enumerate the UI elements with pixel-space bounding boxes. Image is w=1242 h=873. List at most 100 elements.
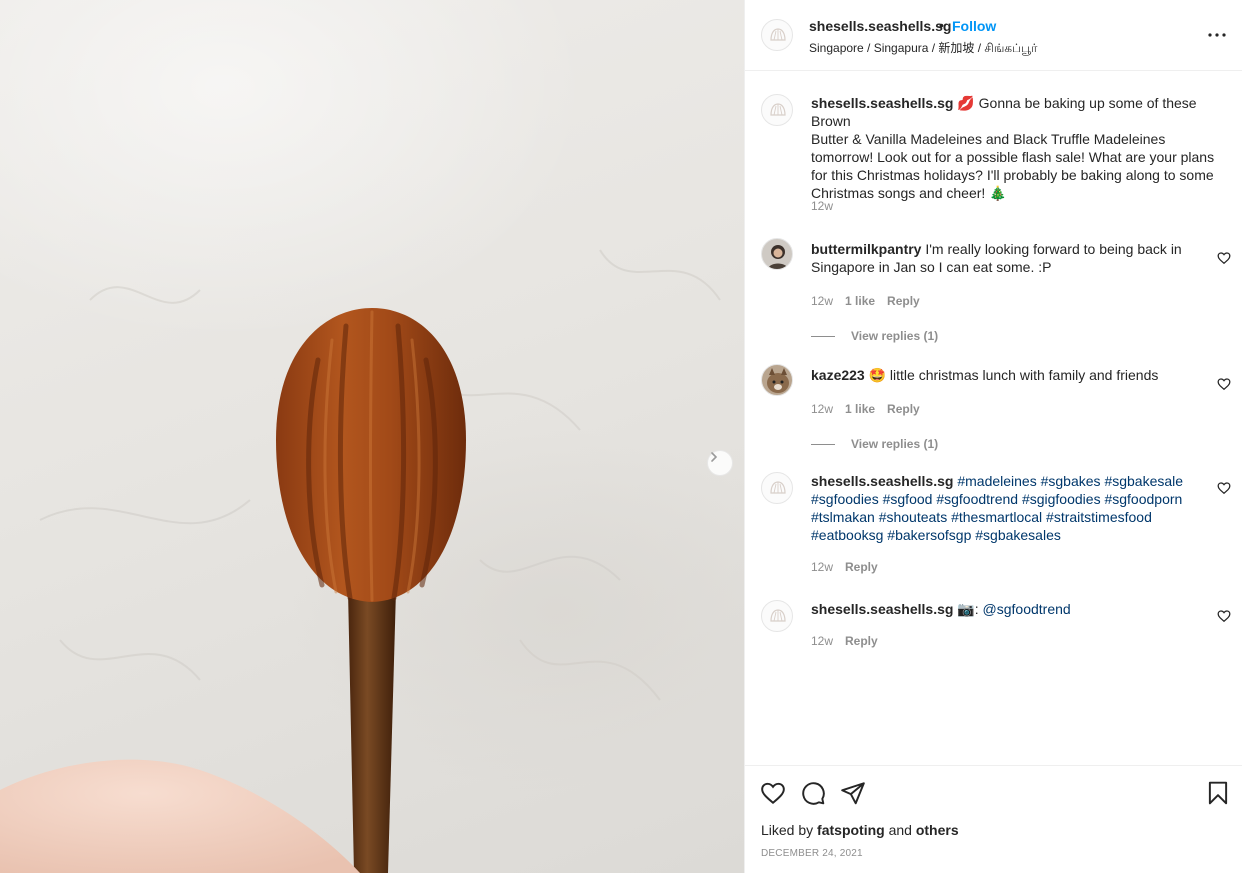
lips-emoji: 💋	[957, 95, 975, 111]
share-button[interactable]	[840, 780, 866, 806]
comments-list: shesells.seashells.sg 💋 Gonna be baking …	[745, 71, 1242, 765]
comment-like-heart-icon[interactable]	[1217, 251, 1231, 265]
comment-time[interactable]: 12w	[811, 634, 833, 648]
paper-plane-icon	[841, 782, 865, 805]
comment-text: buttermilkpantry I'm really looking forw…	[811, 240, 1225, 276]
hashtag-link[interactable]: #madeleines	[957, 473, 1036, 489]
comment-time[interactable]: 12w	[811, 402, 833, 416]
comment-text: shesells.seashells.sg 📷: @sgfoodtrend	[811, 600, 1225, 618]
avatar[interactable]	[761, 600, 793, 632]
hashtag-link[interactable]: #eatbooksg	[811, 527, 883, 543]
comment-text: kaze223 🤩 little christmas lunch with fa…	[811, 366, 1225, 384]
hashtag-link[interactable]: #shouteats	[879, 509, 948, 525]
user-photo-icon	[767, 245, 789, 269]
comment-username[interactable]: shesells.seashells.sg	[811, 601, 953, 617]
liked-by-others-link[interactable]: others	[916, 822, 959, 838]
comment-likes-count[interactable]: 1 like	[845, 294, 875, 308]
madeleine-photo-illustration	[0, 249, 721, 873]
reply-button[interactable]: Reply	[845, 634, 878, 648]
comment-time[interactable]: 12w	[811, 294, 833, 308]
camera-emoji-prefix: 📷:	[957, 601, 983, 617]
comment-meta: 12w 1 like Reply	[811, 402, 920, 416]
view-replies-label: View replies (1)	[851, 329, 939, 343]
heart-icon	[761, 782, 785, 805]
avatar[interactable]	[761, 472, 793, 504]
view-replies-button[interactable]: View replies (1)	[811, 437, 938, 451]
post-header: shesells.seashells.sg • Follow Singapore…	[745, 0, 1242, 71]
caption-line: for this Christmas holidays? I'll probab…	[811, 167, 1214, 183]
seashell-logo-icon	[770, 609, 786, 622]
comment-meta: 12w 1 like Reply	[811, 294, 920, 308]
hashtag-link[interactable]: #sgbakesale	[1104, 473, 1183, 489]
comment-bubble-icon	[802, 782, 825, 805]
comment-username[interactable]: shesells.seashells.sg	[811, 473, 953, 489]
comment-text: shesells.seashells.sg #madeleines #sgbak…	[811, 472, 1225, 544]
post-date[interactable]: DECEMBER 24, 2021	[761, 848, 863, 859]
post-side-panel: shesells.seashells.sg • Follow Singapore…	[744, 0, 1242, 873]
hashtag-link[interactable]: #straitstimesfood	[1046, 509, 1152, 525]
comment-line: Singapore in Jan so I can eat some. :P	[811, 259, 1052, 275]
hashtag-link[interactable]: #bakersofsgp	[887, 527, 971, 543]
comment-username[interactable]: kaze223	[811, 367, 865, 383]
comment-likes-count[interactable]: 1 like	[845, 402, 875, 416]
comment-username[interactable]: buttermilkpantry	[811, 241, 921, 257]
comment-meta: 12w Reply	[811, 634, 878, 648]
seashell-logo-icon	[770, 481, 786, 494]
more-options-button[interactable]	[1205, 22, 1229, 46]
caption-line: Christmas songs and cheer! 🎄	[811, 185, 1007, 201]
avatar[interactable]	[761, 238, 793, 270]
liked-by-and: and	[888, 822, 912, 838]
caption-line: Butter & Vanilla Madeleines and Black Tr…	[811, 131, 1166, 147]
liked-by-summary: Liked by fatspoting and others	[761, 822, 959, 838]
comment-line: 🤩 little christmas lunch with family and…	[868, 367, 1159, 383]
avatar[interactable]	[761, 19, 793, 51]
comment-like-heart-icon[interactable]	[1217, 609, 1231, 623]
liked-by-user[interactable]: fatspoting	[817, 822, 885, 838]
separator-dot: •	[939, 17, 944, 33]
hashtag-link[interactable]: #sgfood	[883, 491, 933, 507]
comment-button[interactable]	[800, 780, 826, 806]
replies-divider-line	[811, 335, 835, 337]
post-photo	[0, 0, 744, 873]
chevron-right-icon	[711, 452, 718, 462]
hashtag-link[interactable]: #sgfoodporn	[1104, 491, 1182, 507]
post-author-username[interactable]: shesells.seashells.sg	[809, 18, 951, 34]
hashtag-link[interactable]: #sgbakes	[1041, 473, 1101, 489]
hashtag-link[interactable]: #sgbakesales	[975, 527, 1061, 543]
replies-divider-line	[811, 443, 835, 445]
cat-photo-icon	[767, 368, 789, 393]
comment-meta: 12w Reply	[811, 560, 878, 574]
avatar[interactable]	[761, 94, 793, 126]
seashell-logo-icon	[770, 28, 786, 41]
mention-link[interactable]: @sgfoodtrend	[983, 601, 1071, 617]
comment-line: I'm really looking forward to being back…	[925, 241, 1182, 257]
reply-button[interactable]: Reply	[845, 560, 878, 574]
comment-time[interactable]: 12w	[811, 199, 833, 213]
comment-meta: 12w	[811, 199, 833, 213]
bookmark-icon	[1208, 781, 1228, 805]
post-actions-bar: Liked by fatspoting and others DECEMBER …	[745, 765, 1242, 873]
hashtag-link[interactable]: #sgigfoodies	[1022, 491, 1101, 507]
more-options-icon	[1208, 33, 1226, 37]
like-button[interactable]	[760, 780, 786, 806]
caption-text: shesells.seashells.sg 💋 Gonna be baking …	[811, 94, 1225, 202]
liked-by-prefix: Liked by	[761, 822, 814, 838]
hashtag-link[interactable]: #sgfoodies	[811, 491, 879, 507]
hashtag-link[interactable]: #tslmakan	[811, 509, 875, 525]
avatar[interactable]	[761, 364, 793, 396]
reply-button[interactable]: Reply	[887, 402, 920, 416]
save-button[interactable]	[1205, 780, 1231, 806]
hashtag-link[interactable]: #thesmartlocal	[951, 509, 1042, 525]
post-location[interactable]: Singapore / Singapura / 新加坡 / சிங்கப்பூர…	[809, 39, 1037, 57]
reply-button[interactable]: Reply	[887, 294, 920, 308]
comment-time[interactable]: 12w	[811, 560, 833, 574]
seashell-logo-icon	[770, 103, 786, 116]
comment-like-heart-icon[interactable]	[1217, 481, 1231, 495]
follow-button[interactable]: Follow	[952, 18, 996, 34]
comment-like-heart-icon[interactable]	[1217, 377, 1231, 391]
hashtag-link[interactable]: #sgfoodtrend	[936, 491, 1018, 507]
view-replies-button[interactable]: View replies (1)	[811, 329, 938, 343]
comment-username[interactable]: shesells.seashells.sg	[811, 95, 953, 111]
caption-line: tomorrow! Look out for a possible flash …	[811, 149, 1215, 165]
carousel-next-button[interactable]	[707, 450, 733, 476]
